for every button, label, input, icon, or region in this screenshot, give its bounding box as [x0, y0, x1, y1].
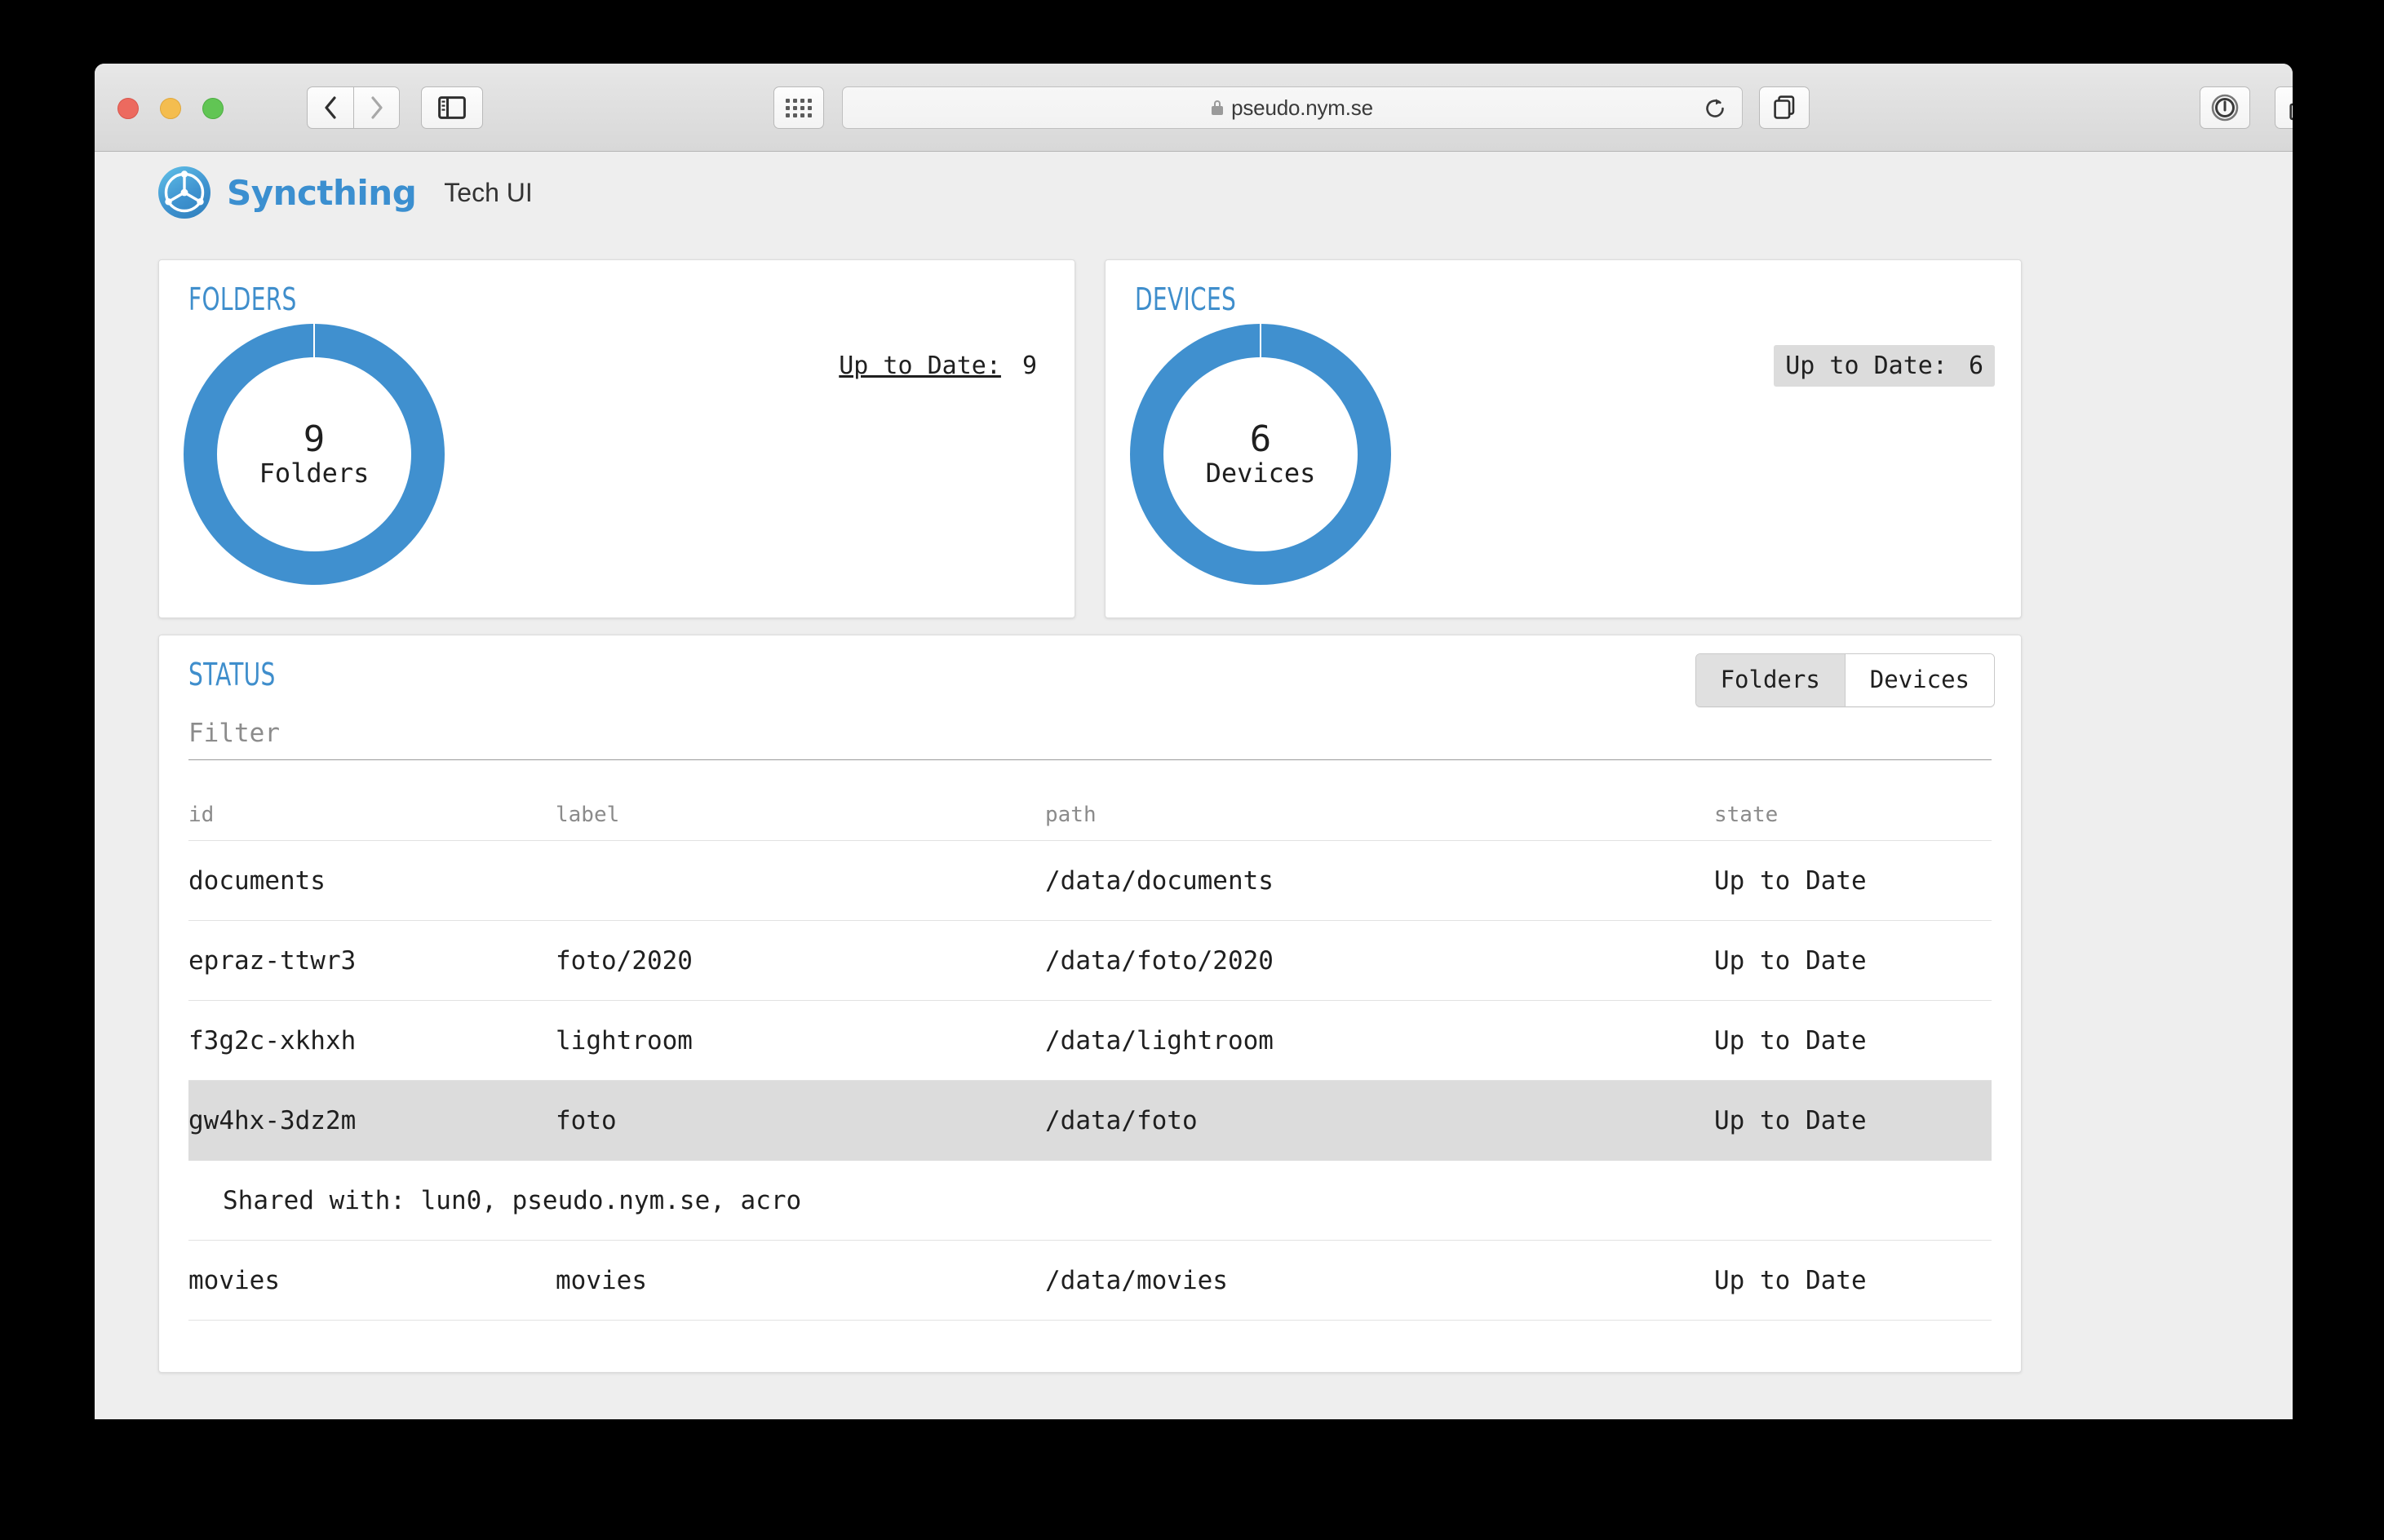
- devices-legend[interactable]: Up to Date: 6: [1774, 345, 1995, 387]
- app-header: Syncthing Tech UI: [158, 166, 533, 219]
- cell-state: Up to Date: [1714, 946, 1992, 976]
- cell-label: lightroom: [556, 1026, 1045, 1055]
- cell-id: f3g2c-xkhxh: [188, 1026, 556, 1055]
- page-content: Syncthing Tech UI FOLDERS 9 Folders Up t…: [95, 152, 2293, 1419]
- folders-card: FOLDERS 9 Folders Up to Date: 9: [158, 259, 1075, 618]
- browser-window: pseudo.nym.se: [95, 64, 2293, 1419]
- table-row[interactable]: documents /data/documents Up to Date: [188, 841, 1992, 921]
- column-header-id: id: [188, 803, 556, 827]
- reload-button[interactable]: [1703, 96, 1727, 121]
- folders-count: 9: [304, 421, 326, 458]
- app-grid-button[interactable]: [773, 86, 824, 129]
- cell-state: Up to Date: [1714, 866, 1992, 896]
- row-detail-shared-with: Shared with: lun0, pseudo.nym.se, acro: [188, 1161, 1992, 1241]
- devices-unit-label: Devices: [1206, 458, 1316, 489]
- devices-legend-value: 6: [1969, 352, 1983, 380]
- address-bar-content: pseudo.nym.se: [1212, 95, 1373, 121]
- filter-input[interactable]: [188, 714, 1992, 760]
- cell-path: /data/documents: [1045, 866, 1714, 896]
- table-row[interactable]: f3g2c-xkhxh lightroom /data/lightroom Up…: [188, 1001, 1992, 1081]
- devices-donut-center: 6 Devices: [1130, 324, 1391, 585]
- devices-card-title: DEVICES: [1135, 281, 1236, 317]
- table-row[interactable]: movies movies /data/movies Up to Date: [188, 1241, 1992, 1321]
- column-header-label: label: [556, 803, 1045, 827]
- close-window-button[interactable]: [117, 98, 139, 119]
- tab-devices[interactable]: Devices: [1845, 654, 1994, 706]
- chevron-left-icon: [322, 95, 339, 121]
- lock-icon: [1212, 100, 1223, 115]
- filter-row: [159, 714, 2021, 760]
- tab-overview-button[interactable]: [1759, 86, 1810, 129]
- share-icon: [2289, 95, 2293, 121]
- window-traffic-lights: [117, 98, 224, 119]
- status-view-tabs: Folders Devices: [1695, 653, 1995, 707]
- folders-legend[interactable]: Up to Date: 9: [827, 345, 1048, 387]
- share-button[interactable]: [2275, 86, 2293, 129]
- devices-card: DEVICES 6 Devices Up to Date: 6: [1105, 259, 2022, 618]
- folders-legend-key: Up to Date:: [839, 352, 1001, 380]
- url-text: pseudo.nym.se: [1231, 95, 1373, 121]
- app-name: Syncthing: [227, 173, 416, 213]
- address-bar[interactable]: pseudo.nym.se: [842, 86, 1743, 129]
- devices-donut-chart[interactable]: 6 Devices: [1130, 324, 1391, 585]
- cell-path: /data/lightroom: [1045, 1026, 1714, 1055]
- maximize-window-button[interactable]: [202, 98, 224, 119]
- navigation-buttons: [307, 86, 400, 129]
- app-grid-icon: [786, 99, 812, 117]
- onepassword-button[interactable]: [2200, 86, 2250, 129]
- status-card-title: STATUS: [188, 657, 276, 693]
- folders-status-table: id label path state documents /data/docu…: [188, 771, 1992, 1372]
- sidebar-toggle-button[interactable]: [421, 86, 483, 129]
- folders-donut-center: 9 Folders: [184, 324, 445, 585]
- devices-legend-key: Up to Date:: [1785, 352, 1948, 380]
- table-header-row: id label path state: [188, 771, 1992, 841]
- column-header-path: path: [1045, 803, 1714, 827]
- cell-id: gw4hx-3dz2m: [188, 1106, 556, 1135]
- cell-path: /data/foto/2020: [1045, 946, 1714, 976]
- table-row[interactable]: epraz-ttwr3 foto/2020 /data/foto/2020 Up…: [188, 921, 1992, 1001]
- app-subtitle: Tech UI: [444, 178, 532, 208]
- cell-state: Up to Date: [1714, 1266, 1992, 1295]
- back-button[interactable]: [307, 86, 353, 129]
- cell-label: foto: [556, 1106, 1045, 1135]
- cell-label: foto/2020: [556, 946, 1045, 976]
- minimize-window-button[interactable]: [160, 98, 181, 119]
- cell-state: Up to Date: [1714, 1026, 1992, 1055]
- status-card: STATUS Folders Devices id label path sta…: [158, 635, 2022, 1373]
- folders-donut-chart[interactable]: 9 Folders: [184, 324, 445, 585]
- tab-folders[interactable]: Folders: [1696, 654, 1845, 706]
- cell-path: /data/movies: [1045, 1266, 1714, 1295]
- column-header-state: state: [1714, 803, 1992, 827]
- cell-path: /data/foto: [1045, 1106, 1714, 1135]
- onepassword-icon: [2211, 94, 2239, 122]
- forward-button[interactable]: [353, 86, 400, 129]
- browser-titlebar: pseudo.nym.se: [95, 64, 2293, 152]
- sidebar-toggle-icon: [438, 96, 466, 119]
- cell-id: documents: [188, 866, 556, 896]
- chevron-right-icon: [369, 95, 385, 121]
- devices-count: 6: [1250, 421, 1272, 458]
- cell-label: movies: [556, 1266, 1045, 1295]
- folders-card-title: FOLDERS: [188, 281, 297, 317]
- cell-id: movies: [188, 1266, 556, 1295]
- folders-legend-value: 9: [1022, 352, 1037, 380]
- cell-state: Up to Date: [1714, 1106, 1992, 1135]
- cell-id: epraz-ttwr3: [188, 946, 556, 976]
- tab-overview-icon: [1774, 95, 1795, 120]
- syncthing-logo-icon: [158, 166, 210, 219]
- reload-icon: [1703, 96, 1727, 121]
- table-row-selected[interactable]: gw4hx-3dz2m foto /data/foto Up to Date: [188, 1081, 1992, 1161]
- folders-unit-label: Folders: [259, 458, 370, 489]
